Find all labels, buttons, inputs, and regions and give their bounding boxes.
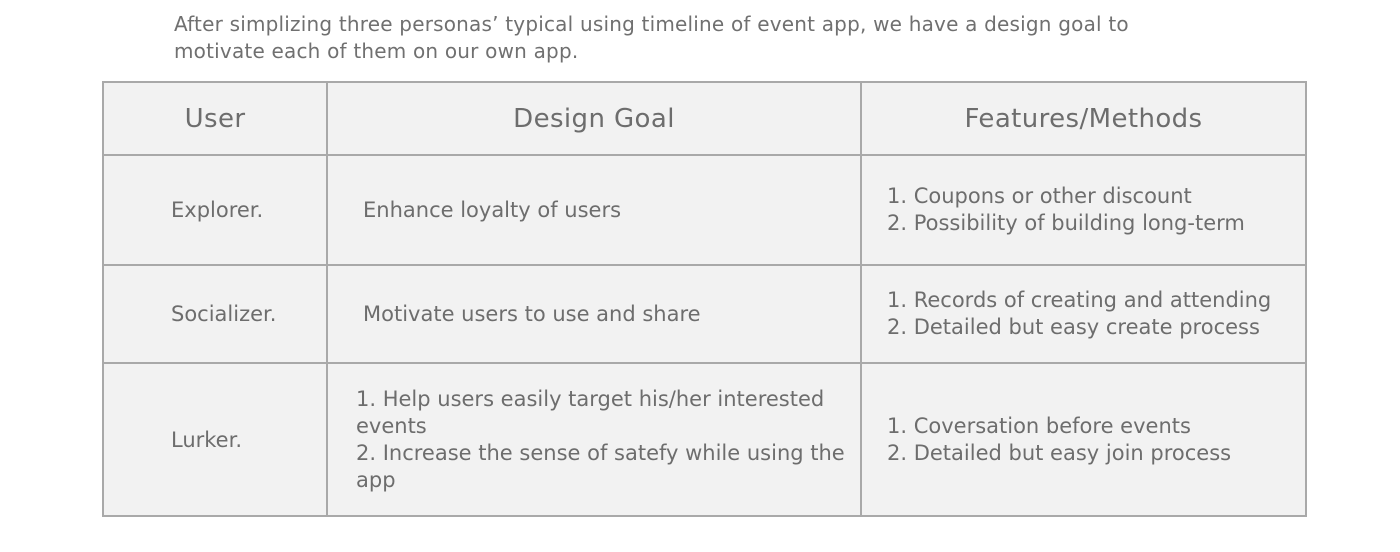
features-cell: 1. Coupons or other discount 2. Possibil…: [860, 154, 1307, 266]
intro-line-1: After simplizing three personas’ typical…: [174, 12, 1129, 36]
goal-cell: 1. Help users easily target his/her inte…: [326, 362, 862, 517]
feature-item: 2. Possibility of building long-term: [887, 211, 1245, 235]
features-cell: 1. Records of creating and attending 2. …: [860, 264, 1307, 364]
feature-item: 1. Coversation before events: [887, 413, 1191, 438]
goal-text: Enhance loyalty of users: [363, 197, 622, 222]
goal-text: Motivate users to use and share: [363, 301, 701, 326]
feature-item: 2. Detailed but easy join process: [887, 440, 1232, 465]
goal-cell: Motivate users to use and share: [326, 264, 862, 364]
user-cell: Lurker.: [102, 362, 328, 517]
goal-item: 1. Help users easily target his/her inte…: [356, 386, 825, 438]
design-goals-table: User Design Goal Features/Methods Explor…: [102, 81, 1307, 517]
header-user: User: [102, 81, 328, 156]
feature-item: 1. Records of creating and attending: [887, 288, 1272, 312]
feature-item: 1. Coupons or other discount: [887, 184, 1192, 208]
user-cell: Explorer.: [102, 154, 328, 266]
table-row: Lurker. 1. Help users easily target his/…: [102, 362, 1307, 517]
table-header-row: User Design Goal Features/Methods: [102, 81, 1307, 156]
table-row: Socializer. Motivate users to use and sh…: [102, 264, 1307, 364]
intro-line-2: motivate each of them on our own app.: [174, 39, 579, 63]
table-row: Explorer. Enhance loyalty of users 1. Co…: [102, 154, 1307, 266]
feature-item: 2. Detailed but easy create process: [887, 315, 1260, 339]
goal-cell: Enhance loyalty of users: [326, 154, 862, 266]
header-design-goal: Design Goal: [326, 81, 862, 156]
features-cell: 1. Coversation before events 2. Detailed…: [860, 362, 1307, 517]
header-features-methods: Features/Methods: [860, 81, 1307, 156]
goal-item: 2. Increase the sense of satefy while us…: [356, 440, 845, 492]
user-cell: Socializer.: [102, 264, 328, 364]
intro-paragraph: After simplizing three personas’ typical…: [174, 11, 1134, 65]
